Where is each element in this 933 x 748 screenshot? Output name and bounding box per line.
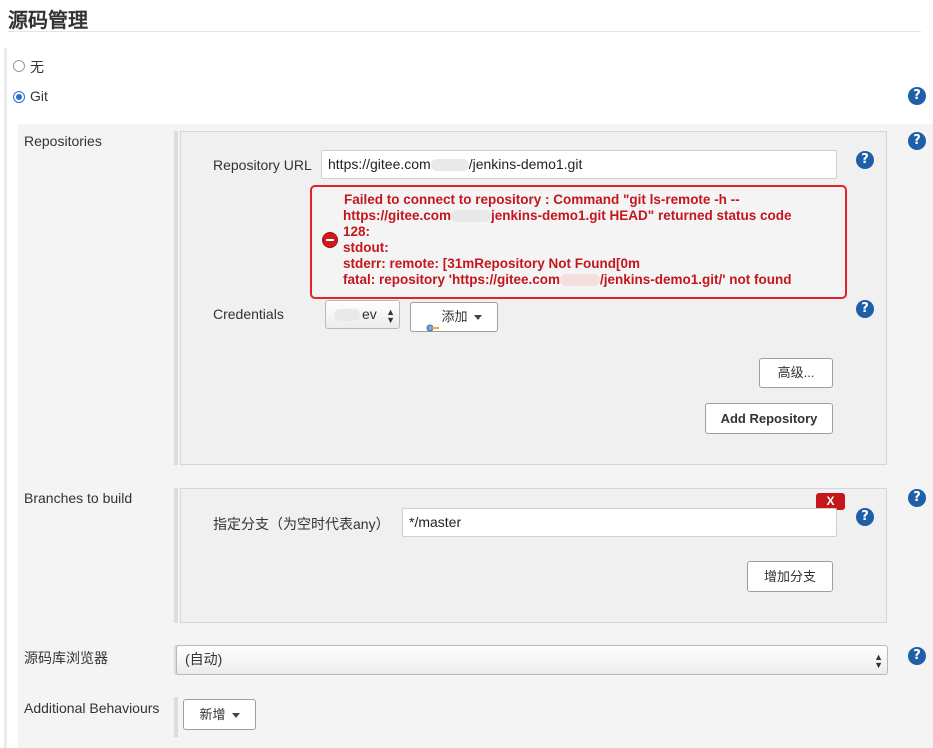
repositories-help-icon[interactable]: ? [908, 132, 926, 150]
git-help-icon[interactable]: ? [908, 87, 926, 105]
branch-specifier-input[interactable]: */master [402, 508, 837, 537]
radio-none[interactable] [13, 60, 25, 72]
error-line-3: 128: [343, 224, 371, 239]
repositories-left-bar [174, 131, 178, 465]
repository-url-suffix: /jenkins-demo1.git [468, 156, 583, 172]
title-divider [8, 31, 921, 32]
add-credentials-label: 添加 [441, 309, 468, 324]
credentials-help-icon[interactable]: ? [856, 300, 874, 318]
error-line-6: fatal: repository 'https://gitee.com/jen… [343, 272, 792, 287]
caret-down-icon [231, 713, 240, 719]
advanced-button[interactable]: 高级... [759, 358, 833, 388]
branches-left-bar [174, 488, 178, 623]
section-left-bar [4, 48, 7, 748]
repositories-label: Repositories [24, 133, 102, 149]
key-icon [426, 314, 440, 332]
branches-label: Branches to build [24, 490, 133, 506]
branches-help-icon[interactable]: ? [908, 489, 926, 507]
updown-arrows-icon: ▲ ▼ [386, 307, 395, 325]
error-line-5: stderr: remote: [31mRepository Not Found… [343, 256, 641, 271]
repo-browser-help-icon[interactable]: ? [908, 647, 926, 665]
error-line-4: stdout: [343, 240, 389, 255]
repo-browser-label: 源码库浏览器 [24, 650, 108, 666]
caret-down-icon [473, 315, 482, 321]
credentials-value: ev [362, 306, 377, 322]
redacted-segment [430, 159, 469, 172]
additional-behaviours-label: Additional Behaviours [24, 700, 160, 716]
radio-git-label[interactable]: Git [30, 88, 48, 104]
repository-url-input[interactable]: https://gitee.com/jenkins-demo1.git [321, 150, 837, 179]
behaviours-left-bar [174, 697, 178, 737]
add-behaviour-label: 新增 [199, 707, 226, 722]
error-message: Failed to connect to repository : Comman… [343, 192, 791, 288]
error-icon [322, 232, 338, 248]
repository-url-label: Repository URL [213, 157, 312, 173]
add-branch-button[interactable]: 增加分支 [747, 561, 833, 592]
add-behaviour-button[interactable]: 新增 [183, 699, 256, 730]
error-line-2: https://gitee.com jenkins-demo1.git HEAD"… [343, 208, 792, 223]
branch-help-icon[interactable]: ? [856, 508, 874, 526]
credentials-select[interactable]: ev ▲ ▼ [325, 300, 400, 329]
repository-url-prefix: https://gitee.com [328, 156, 431, 172]
section-title: 源码管理 [8, 10, 88, 32]
add-credentials-button[interactable]: 添加 [410, 302, 498, 332]
repo-browser-select[interactable]: (自动) ▲ ▼ [176, 645, 888, 675]
redacted-segment [334, 309, 360, 322]
add-repository-button[interactable]: Add Repository [705, 403, 833, 434]
branch-specifier-label: 指定分支（为空时代表any） [213, 516, 390, 532]
credentials-label: Credentials [213, 306, 284, 322]
error-line-1: Failed to connect to repository : Comman… [344, 192, 740, 207]
radio-none-label[interactable]: 无 [30, 57, 44, 77]
repository-url-help-icon[interactable]: ? [856, 151, 874, 169]
radio-git[interactable] [13, 91, 25, 103]
updown-arrows-icon: ▲ ▼ [874, 652, 883, 670]
repo-browser-value: (自动) [185, 651, 223, 667]
